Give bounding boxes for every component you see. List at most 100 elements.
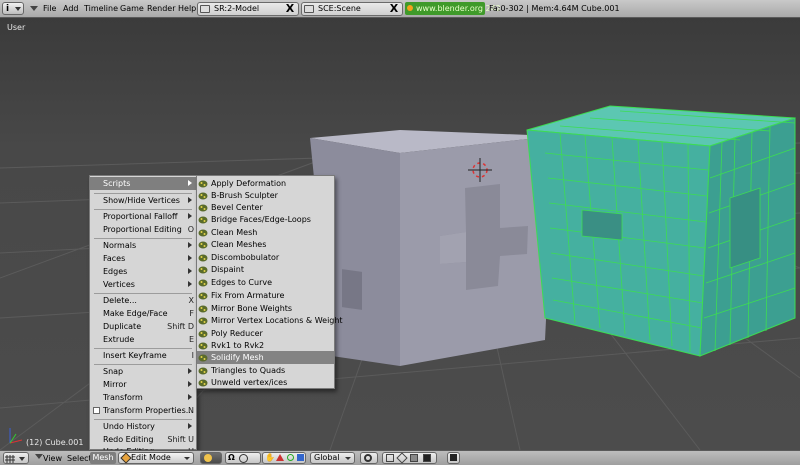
script-mirror-vertex-locations[interactable]: Mirror Vertex Locations & Weight [197, 314, 343, 327]
script-label: Fix From Armature [211, 291, 285, 300]
submenu-arrow-icon [188, 213, 192, 219]
script-edges-to-curve[interactable]: Edges to Curve [197, 276, 334, 289]
render-preview-button[interactable] [447, 452, 460, 464]
menu-item-delete[interactable]: Delete... X [90, 294, 196, 307]
script-fix-from-armature[interactable]: Fix From Armature [197, 289, 334, 302]
menu-item-label: Extrude [103, 335, 135, 344]
menu-render[interactable]: Render [147, 3, 175, 15]
active-object-label: (12) Cube.001 [26, 438, 84, 447]
menu-item-label: Snap [103, 367, 124, 376]
view-perspective-label: User [7, 23, 26, 32]
python-script-icon [198, 304, 208, 313]
menu-item-shortcut: X [188, 296, 194, 305]
dropdown-arrow-icon [345, 457, 351, 460]
shading-sphere-icon [204, 454, 212, 462]
submenu-arrow-icon [188, 197, 192, 203]
menu-add[interactable]: Add [63, 3, 79, 15]
script-label: Dispaint [211, 265, 244, 274]
menu-item-snap[interactable]: Snap [90, 365, 196, 378]
scripts-submenu: Apply Deformation B-Brush Sculpter Bevel… [196, 175, 343, 389]
menu-item-normals[interactable]: Normals [90, 239, 196, 252]
menu-game[interactable]: Game [120, 3, 144, 15]
script-dispaint[interactable]: Dispaint [197, 263, 334, 276]
menu-item-faces[interactable]: Faces [90, 252, 196, 265]
script-label: Mirror Vertex Locations & Weight [211, 316, 343, 325]
menu-item-label: Edges [103, 267, 128, 276]
scene-selector[interactable]: SCE:Scene X [301, 2, 403, 16]
script-clean-meshes[interactable]: Clean Meshes [197, 238, 334, 251]
submenu-arrow-icon [188, 180, 192, 186]
submenu-arrow-icon [188, 423, 192, 429]
menu-help[interactable]: Help [178, 3, 196, 15]
menu-item-label: Make Edge/Face [103, 309, 168, 318]
menu-item-shortcut: E [188, 335, 194, 344]
python-script-icon [198, 179, 208, 188]
collapse-menus-icon[interactable] [35, 454, 43, 459]
menu-item-label: Duplicate [103, 322, 142, 331]
mode-label: Edit Mode [131, 453, 171, 462]
select-mode-buttons[interactable] [382, 452, 437, 464]
script-label: Clean Meshes [211, 240, 267, 249]
menu-item-shortcut: N [188, 406, 194, 415]
blender-url-link[interactable]: www.blender.org 242 [405, 2, 501, 15]
menu-item-extrude[interactable]: Extrude E [90, 333, 196, 346]
menu-item-scripts[interactable]: Scripts [90, 177, 196, 190]
script-unweld-vertices[interactable]: Unweld vertex/ices [197, 376, 334, 389]
python-script-icon [198, 253, 208, 262]
menu-view[interactable]: View [43, 453, 62, 464]
submenu-arrow-icon [188, 368, 192, 374]
menu-item-proportional-editing[interactable]: Proportional Editing O [90, 223, 196, 236]
layer-lock-button[interactable] [360, 452, 378, 464]
grid-icon [5, 455, 25, 463]
collapse-menus-icon[interactable] [30, 6, 38, 11]
submenu-arrow-icon [188, 242, 192, 248]
menu-item-label: Mirror [103, 380, 127, 389]
menu-item-insert-keyframe[interactable]: Insert Keyframe I [90, 349, 196, 362]
python-script-icon [198, 341, 208, 350]
menu-item-vertices[interactable]: Vertices [90, 278, 196, 291]
menu-item-label: Proportional Falloff [103, 212, 178, 221]
draw-type-button[interactable] [200, 452, 222, 464]
menu-item-make-edge-face[interactable]: Make Edge/Face F [90, 307, 196, 320]
orientation-label: Global [314, 453, 340, 462]
menu-item-undo-history[interactable]: Undo History [90, 420, 196, 433]
scene-name: SCE:Scene [318, 4, 361, 13]
python-script-icon [198, 366, 208, 375]
python-script-icon [198, 378, 208, 387]
window-type-button[interactable]: i [2, 2, 24, 15]
submenu-arrow-icon [188, 268, 192, 274]
menu-item-duplicate[interactable]: Duplicate Shift D [90, 320, 196, 333]
menu-item-label: Transform Properties... [103, 406, 194, 415]
python-script-icon [198, 291, 208, 300]
menu-item-transform-properties[interactable]: Transform Properties... N [90, 404, 196, 417]
pivot-selector[interactable]: Ω [225, 452, 261, 464]
transform-manipulator-buttons[interactable]: ✋ [262, 452, 306, 464]
menu-timeline[interactable]: Timeline [84, 3, 118, 15]
occlude-icon [423, 454, 431, 462]
menu-item-proportional-falloff[interactable]: Proportional Falloff [90, 210, 196, 223]
hand-icon: ✋ [265, 453, 275, 462]
script-solidify-mesh[interactable]: Solidify Mesh [197, 351, 334, 364]
menu-file[interactable]: File [43, 3, 56, 15]
menu-item-shortcut: O [187, 225, 194, 234]
cube-object[interactable] [310, 130, 555, 366]
orientation-selector[interactable]: Global [310, 452, 355, 464]
delete-scene-button[interactable]: X [388, 2, 400, 15]
menu-mesh[interactable]: Mesh [90, 452, 116, 464]
menu-select[interactable]: Select [67, 453, 92, 464]
selected-mesh-cube[interactable] [526, 105, 796, 357]
menu-item-mirror[interactable]: Mirror [90, 378, 196, 391]
mode-selector[interactable]: Edit Mode [118, 452, 194, 464]
submenu-arrow-icon [188, 281, 192, 287]
delete-screen-button[interactable]: X [284, 2, 296, 15]
screen-selector[interactable]: SR:2-Model X [197, 2, 299, 16]
editor-type-button[interactable] [3, 452, 29, 464]
menu-item-show-hide-vertices[interactable]: Show/Hide Vertices [90, 194, 196, 207]
screen-icon [200, 5, 210, 13]
submenu-arrow-icon [188, 255, 192, 261]
script-label: Bridge Faces/Edge-Loops [211, 215, 311, 224]
script-bridge-faces[interactable]: Bridge Faces/Edge-Loops [197, 213, 334, 226]
menu-item-transform[interactable]: Transform [90, 391, 196, 404]
menu-item-label: Vertices [103, 280, 135, 289]
menu-item-edges[interactable]: Edges [90, 265, 196, 278]
